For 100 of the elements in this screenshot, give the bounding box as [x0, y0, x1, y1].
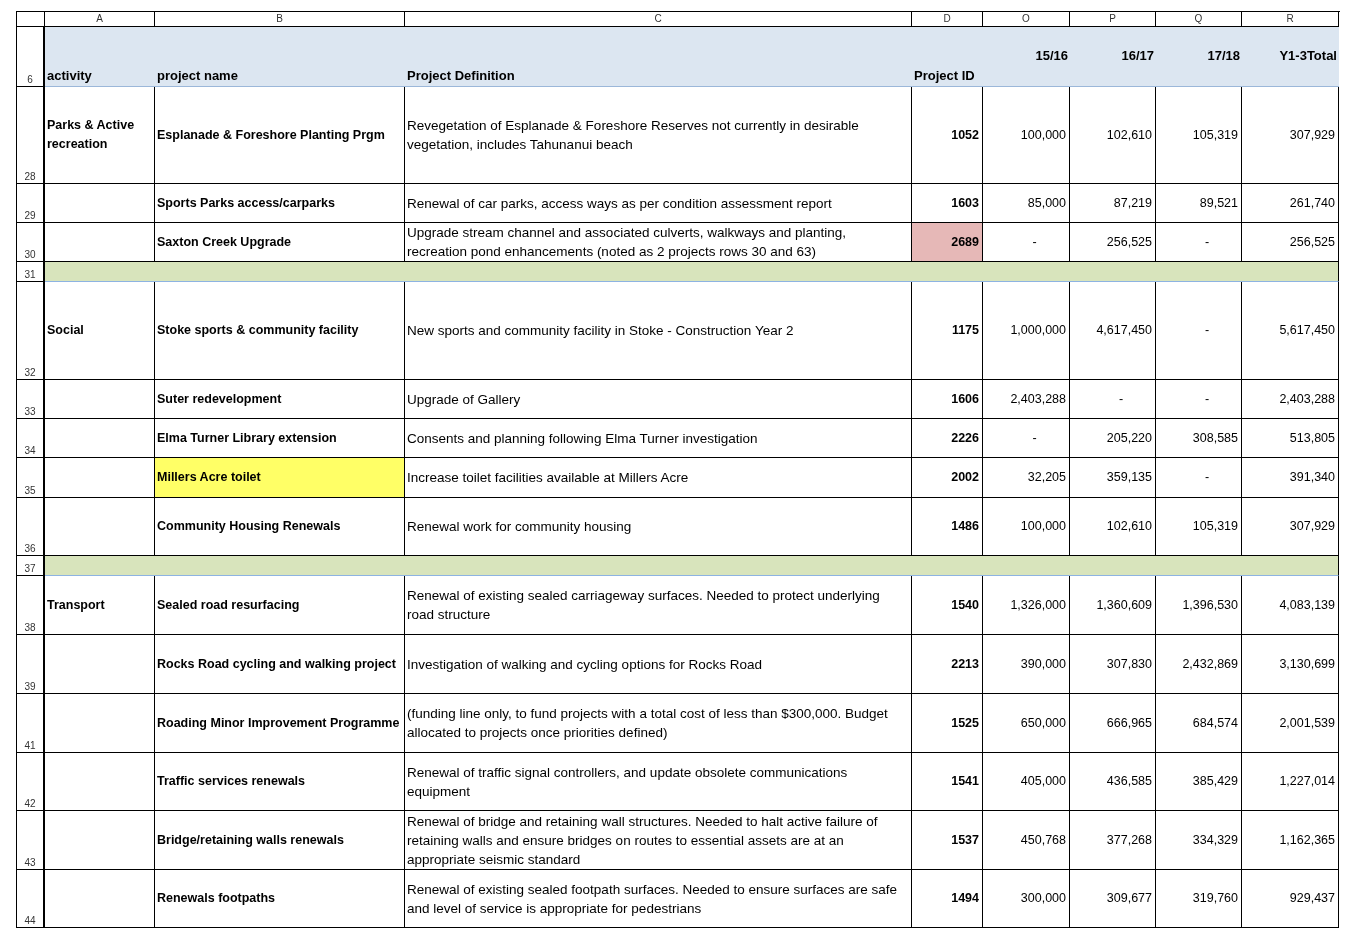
table-cell: 105,319: [1156, 87, 1242, 184]
row-number: 39: [17, 635, 45, 694]
table-cell: 2,432,869: [1156, 635, 1242, 694]
row-number: 35: [17, 458, 45, 498]
table-cell: 2213: [912, 635, 983, 694]
column-header[interactable]: D: [912, 12, 983, 27]
row-number: 38: [17, 576, 45, 635]
table-cell: Esplanade & Foreshore Planting Prgm: [155, 87, 405, 184]
table-cell: Transport: [45, 576, 155, 635]
column-header[interactable]: R: [1242, 12, 1339, 27]
table-cell: Renewal of traffic signal controllers, and update obsolete communications equipment: [405, 753, 912, 811]
table-cell: Bridge/retaining walls renewals: [155, 811, 405, 870]
table-cell: -: [1156, 458, 1242, 498]
table-cell: 391,340: [1242, 458, 1339, 498]
table-cell: Traffic services renewals: [155, 753, 405, 811]
table-cell: Parks & Active recreation: [45, 87, 155, 184]
table-cell: 261,740: [1242, 184, 1339, 223]
table-cell: 2,001,539: [1242, 694, 1339, 753]
table-cell: 1,360,609: [1070, 576, 1156, 635]
table-cell: 650,000: [983, 694, 1070, 753]
row-number: 30: [17, 223, 45, 262]
table-cell: 436,585: [1070, 753, 1156, 811]
table-cell: Stoke sports & community facility: [155, 282, 405, 380]
header-cell: Project Definition: [405, 27, 912, 87]
column-header[interactable]: P: [1070, 12, 1156, 27]
table-cell: 32,205: [983, 458, 1070, 498]
column-header[interactable]: C: [405, 12, 912, 27]
highlighted-cell: Millers Acre toilet: [155, 458, 405, 498]
table-cell: 2,403,288: [1242, 380, 1339, 419]
table-cell: 1606: [912, 380, 983, 419]
table-cell: 1537: [912, 811, 983, 870]
table-cell: 359,135: [1070, 458, 1156, 498]
table-cell: Rocks Road cycling and walking project: [155, 635, 405, 694]
highlighted-cell: 2689: [912, 223, 983, 262]
table-cell: 1175: [912, 282, 983, 380]
table-cell: 1,000,000: [983, 282, 1070, 380]
row-number: 44: [17, 870, 45, 928]
header-cell: 17/18: [1156, 27, 1242, 87]
row-number: 43: [17, 811, 45, 870]
table-cell: 390,000: [983, 635, 1070, 694]
table-cell: 4,083,139: [1242, 576, 1339, 635]
row-number: 29: [17, 184, 45, 223]
table-cell: 1,227,014: [1242, 753, 1339, 811]
table-cell: 89,521: [1156, 184, 1242, 223]
table-cell: 87,219: [1070, 184, 1156, 223]
row-number: 32: [17, 282, 45, 380]
table-cell: Renewal of existing sealed footpath surfaces. Needed to ensure surfaces are safe and level of service is appropriate for pedestrians: [405, 870, 912, 928]
table-cell: Renewal of existing sealed carriageway surfaces. Needed to protect underlying road structure: [405, 576, 912, 635]
column-header[interactable]: A: [45, 12, 155, 27]
table-cell: 1052: [912, 87, 983, 184]
header-cell: 15/16: [983, 27, 1070, 87]
table-cell: 377,268: [1070, 811, 1156, 870]
table-cell: -: [1156, 282, 1242, 380]
table-cell: 205,220: [1070, 419, 1156, 458]
table-cell: 1,396,530: [1156, 576, 1242, 635]
table-cell: 319,760: [1156, 870, 1242, 928]
table-cell: 1525: [912, 694, 983, 753]
table-cell: Sports Parks access/carparks: [155, 184, 405, 223]
header-cell: 16/17: [1070, 27, 1156, 87]
table-cell: 929,437: [1242, 870, 1339, 928]
table-cell: 4,617,450: [1070, 282, 1156, 380]
table-cell: 308,585: [1156, 419, 1242, 458]
column-header[interactable]: Q: [1156, 12, 1242, 27]
table-cell: Renewals footpaths: [155, 870, 405, 928]
select-all-corner[interactable]: [17, 12, 45, 27]
table-cell: 300,000: [983, 870, 1070, 928]
table-cell: Investigation of walking and cycling options for Rocks Road: [405, 635, 912, 694]
table-cell: 684,574: [1156, 694, 1242, 753]
table-cell: Revegetation of Esplanade & Foreshore Reserves not currently in desirable vegetation, includes Tahunanui beach: [405, 87, 912, 184]
table-cell: 100,000: [983, 87, 1070, 184]
table-cell: (funding line only, to fund projects with a total cost of less than $300,000. Budget allocated to projects once priorities defined): [405, 694, 912, 753]
table-cell: 85,000: [983, 184, 1070, 223]
table-cell: 1494: [912, 870, 983, 928]
table-cell: 1,162,365: [1242, 811, 1339, 870]
table-cell: -: [1156, 380, 1242, 419]
row-number: 42: [17, 753, 45, 811]
table-cell: Social: [45, 282, 155, 380]
table-cell: 1540: [912, 576, 983, 635]
column-header[interactable]: O: [983, 12, 1070, 27]
table-cell: Increase toilet facilities available at Millers Acre: [405, 458, 912, 498]
table-cell: 334,329: [1156, 811, 1242, 870]
table-cell: Roading Minor Improvement Programme: [155, 694, 405, 753]
table-cell: 2226: [912, 419, 983, 458]
column-header[interactable]: B: [155, 12, 405, 27]
table-cell: 1,326,000: [983, 576, 1070, 635]
row-number: 41: [17, 694, 45, 753]
table-cell: 3,130,699: [1242, 635, 1339, 694]
table-cell: 405,000: [983, 753, 1070, 811]
table-cell: New sports and community facility in Stoke - Construction Year 2: [405, 282, 912, 380]
table-cell: 307,830: [1070, 635, 1156, 694]
table-cell: 102,610: [1070, 87, 1156, 184]
table-cell: 666,965: [1070, 694, 1156, 753]
table-cell: 309,677: [1070, 870, 1156, 928]
table-cell: Sealed road resurfacing: [155, 576, 405, 635]
header-cell: Project ID: [912, 27, 983, 87]
row-number: 33: [17, 380, 45, 419]
table-cell: 450,768: [983, 811, 1070, 870]
table-cell: Consents and planning following Elma Turner investigation: [405, 419, 912, 458]
table-cell: Suter redevelopment: [155, 380, 405, 419]
table-cell: 385,429: [1156, 753, 1242, 811]
